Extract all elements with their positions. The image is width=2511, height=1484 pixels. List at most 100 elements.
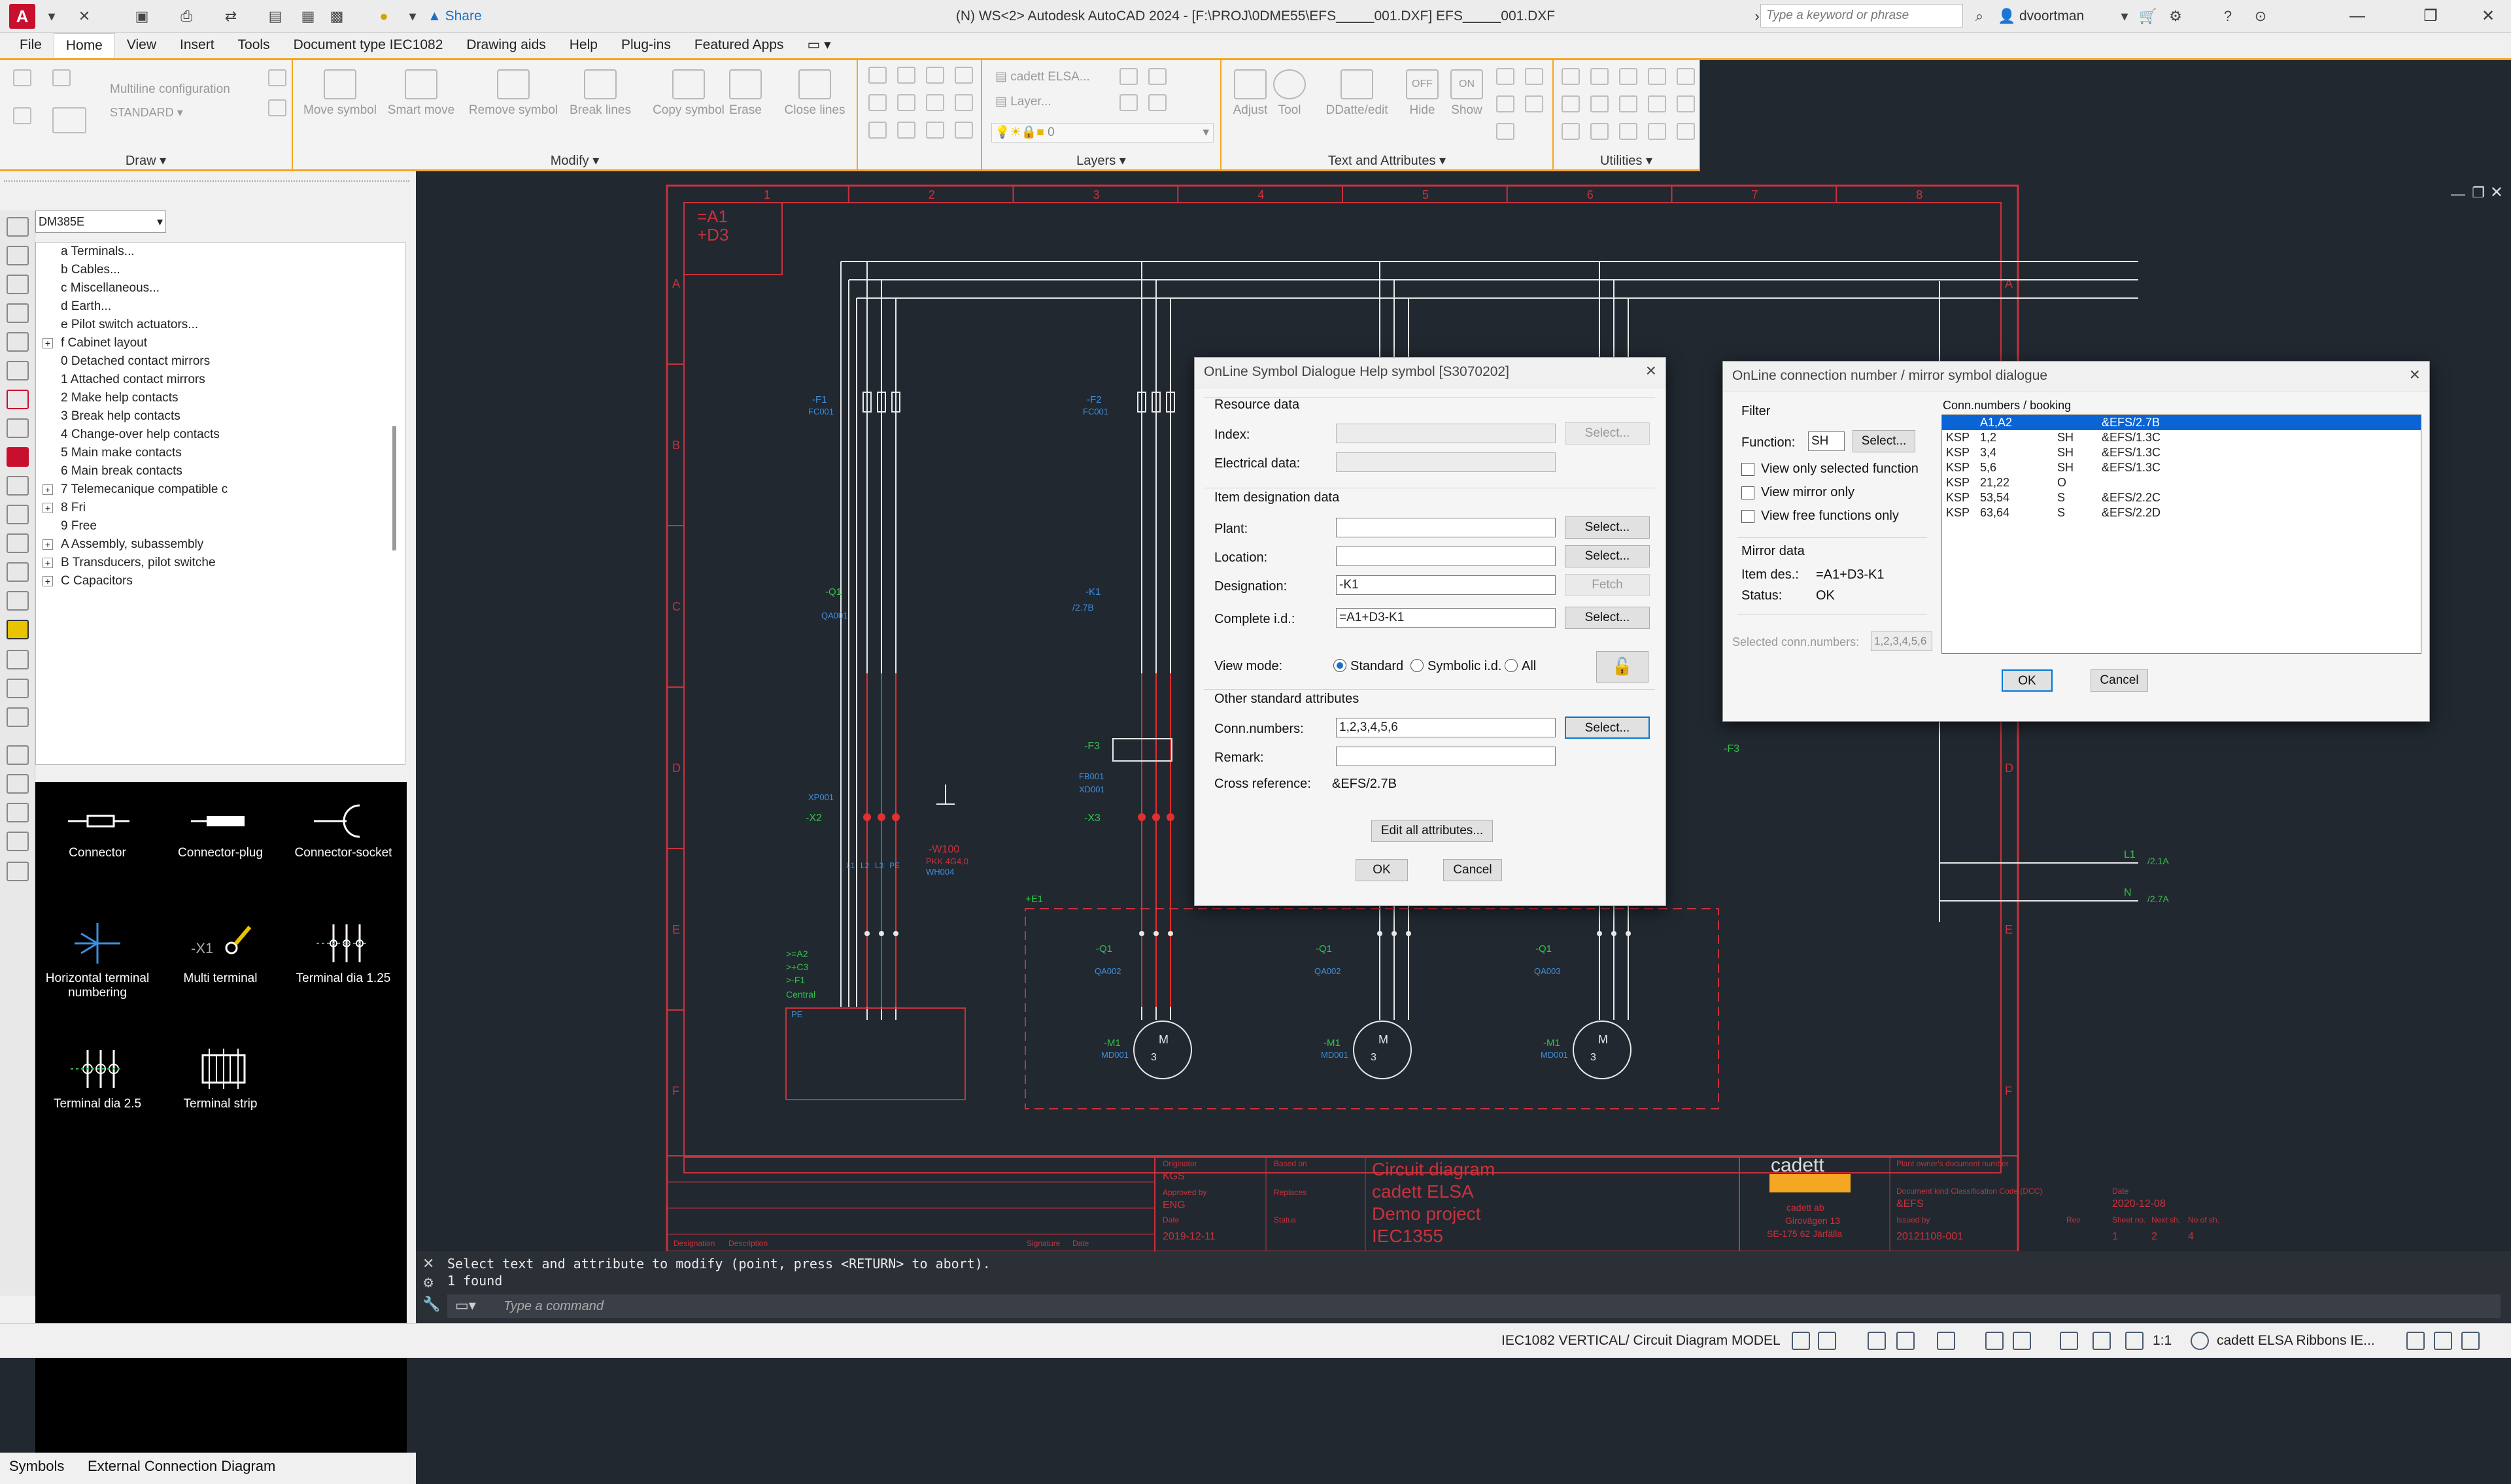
minimize-icon[interactable]: —: [2334, 0, 2380, 33]
viewport-restore-icon[interactable]: ❐: [2472, 184, 2485, 201]
symbol-tool-icon[interactable]: [7, 418, 29, 438]
view-selected-function-checkbox[interactable]: [1741, 463, 1754, 476]
terminal-tool-6-icon[interactable]: [7, 803, 29, 822]
expand-icon[interactable]: +: [43, 558, 53, 568]
node-icon[interactable]: [7, 361, 29, 380]
menu-view[interactable]: View: [115, 33, 168, 58]
util-3-icon[interactable]: [1619, 68, 1637, 85]
offset-icon[interactable]: [897, 122, 915, 139]
tree-item[interactable]: 5 Main make contacts: [36, 444, 405, 462]
fullscreen-icon[interactable]: [2434, 1332, 2452, 1350]
polyline-icon[interactable]: [13, 107, 31, 124]
conn-list-row[interactable]: KSP 1,2 SH &EFS/1.3C: [1942, 430, 2421, 445]
util-7-icon[interactable]: [1590, 95, 1609, 112]
yellow-arrow-icon[interactable]: [7, 620, 29, 639]
scale-icon[interactable]: [897, 94, 915, 111]
command-close-icon[interactable]: ✕: [422, 1255, 434, 1272]
connection-dialog-ok-button[interactable]: OK: [2002, 669, 2053, 692]
terminal-tool-3-icon[interactable]: [7, 707, 29, 727]
electrical-data-field[interactable]: [1336, 452, 1556, 472]
fillet-icon[interactable]: [955, 94, 973, 111]
terminal-tool-8-icon[interactable]: [7, 862, 29, 881]
tree-item[interactable]: 6 Main break contacts: [36, 462, 405, 481]
tree-item[interactable]: d Earth...: [36, 297, 405, 316]
polar-icon[interactable]: [1896, 1332, 1915, 1350]
multiline-standard-select[interactable]: STANDARD ▾: [110, 106, 183, 120]
tree-item[interactable]: + A Assembly, subassembly: [36, 535, 405, 554]
menu-tools[interactable]: Tools: [226, 33, 282, 58]
line-icon[interactable]: [13, 69, 31, 86]
layer-select[interactable]: 💡☀🔒■ 0 ▾: [991, 123, 1214, 143]
command-settings-icon[interactable]: ⚙: [422, 1275, 434, 1291]
index-select-button[interactable]: Select...: [1565, 422, 1650, 445]
menu-document-type[interactable]: Document type IEC1082: [282, 33, 455, 58]
expand-icon[interactable]: +: [43, 338, 53, 348]
menu-plug-ins[interactable]: Plug-ins: [609, 33, 683, 58]
conn-numbers-field[interactable]: 1,2,3,4,5,6: [1336, 718, 1556, 737]
line-tool-icon[interactable]: [7, 303, 29, 323]
menu-drawing-aids[interactable]: Drawing aids: [454, 33, 557, 58]
annotation-visibility-icon[interactable]: [2092, 1332, 2111, 1350]
plant-select-button[interactable]: Select...: [1565, 516, 1650, 539]
layer-button[interactable]: ▤ Layer...: [995, 94, 1051, 109]
expand-icon[interactable]: +: [43, 539, 53, 550]
autoscale-icon[interactable]: [2125, 1332, 2144, 1350]
trim-icon[interactable]: [926, 94, 944, 111]
ddatte-edit-button[interactable]: DDatte/edit: [1314, 69, 1399, 118]
terminal-tool-4-icon[interactable]: [7, 745, 29, 765]
index-field[interactable]: [1336, 424, 1556, 443]
restore-icon[interactable]: ❐: [2408, 0, 2453, 33]
conn-list-row[interactable]: KSP 5,6 SH &EFS/1.3C: [1942, 460, 2421, 475]
conn-list-row[interactable]: A1,A2 &EFS/2.7B: [1942, 415, 2421, 430]
osnap-tracking-icon[interactable]: [1937, 1332, 1955, 1350]
tree-item[interactable]: +7 Telemecanique compatible c: [36, 481, 405, 499]
viewport-close-icon[interactable]: ✕: [2490, 183, 2503, 202]
help-search-input[interactable]: Type a keyword or phrase: [1760, 4, 1963, 27]
expand-icon[interactable]: +: [43, 576, 53, 586]
selection-cycling-icon[interactable]: [2060, 1332, 2078, 1350]
erase-button[interactable]: Erase: [719, 69, 772, 118]
remove-symbol-button[interactable]: Remove symbol: [464, 69, 562, 118]
bus-icon[interactable]: [52, 107, 86, 133]
symbol-connector-plug[interactable]: Connector-plug: [158, 801, 282, 860]
multiline-config-label[interactable]: Multiline configuration: [110, 82, 230, 97]
tree-item[interactable]: c Miscellaneous...: [36, 279, 405, 297]
panel-title-utilities[interactable]: Utilities ▾: [1554, 152, 1699, 169]
conn-list-row[interactable]: KSP 53,54 S &EFS/2.2C: [1942, 490, 2421, 505]
multiline-icon[interactable]: [52, 69, 71, 86]
tree-item[interactable]: +8 Fri: [36, 499, 405, 517]
ribbon-toggle-icon[interactable]: ▭ ▾: [795, 33, 842, 58]
connect-tool-icon[interactable]: [7, 332, 29, 352]
show-button[interactable]: ON Show: [1444, 69, 1490, 118]
view-selected-function-label[interactable]: View only selected function: [1761, 462, 1919, 477]
terminal-tool-7-icon[interactable]: [7, 832, 29, 851]
join-icon[interactable]: [955, 122, 973, 139]
list-icon[interactable]: [7, 533, 29, 553]
palette-grip[interactable]: [4, 180, 409, 190]
mirror-icon[interactable]: [955, 67, 973, 84]
panel-title-draw[interactable]: Draw ▾: [0, 152, 292, 169]
command-wrench-icon[interactable]: 🔧: [422, 1296, 440, 1313]
tab-external-connection-diagram[interactable]: External Connection Diagram: [88, 1458, 275, 1475]
move-icon[interactable]: [868, 67, 887, 84]
unlock-icon[interactable]: 🔓: [1596, 651, 1648, 683]
util-8-icon[interactable]: [1619, 95, 1637, 112]
util-10-icon[interactable]: [1677, 95, 1695, 112]
draw-extra2-icon[interactable]: [268, 99, 286, 116]
cadett-layer-button[interactable]: ▤ cadett ELSA...: [995, 69, 1090, 84]
view-free-functions-label[interactable]: View free functions only: [1761, 509, 1899, 524]
util-2-icon[interactable]: [1590, 68, 1609, 85]
util-12-icon[interactable]: [1590, 123, 1609, 140]
layer-tool-4-icon[interactable]: [1148, 94, 1167, 111]
text-tool-4-icon[interactable]: [1525, 95, 1543, 112]
terminal-tool-5-icon[interactable]: [7, 774, 29, 794]
tree-item[interactable]: 1 Attached contact mirrors: [36, 371, 405, 389]
refresh-icon[interactable]: [7, 217, 29, 237]
location-field[interactable]: [1336, 547, 1556, 566]
tree-scrollbar[interactable]: [392, 426, 396, 550]
util-1-icon[interactable]: [1562, 68, 1580, 85]
designation-field[interactable]: -K1: [1336, 575, 1556, 595]
help-icon[interactable]: ?: [2217, 5, 2239, 27]
red-square-icon[interactable]: [7, 447, 29, 467]
menu-home[interactable]: Home: [53, 33, 115, 58]
